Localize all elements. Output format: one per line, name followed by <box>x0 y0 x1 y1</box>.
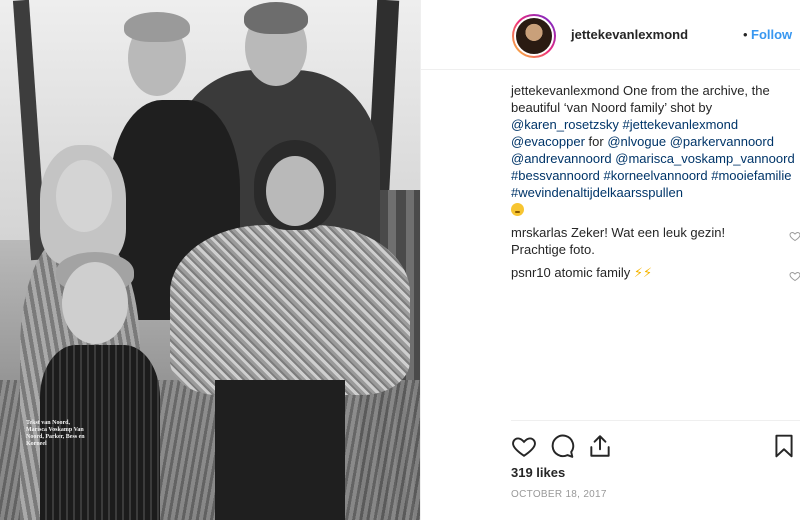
heart-icon[interactable] <box>511 433 537 459</box>
photo-person-mother-head <box>266 156 324 226</box>
caption-hashtag[interactable]: #jettekevanlexmond <box>622 117 738 132</box>
instagram-post: Tekst van Noord, Marisca Voskamp Van Noo… <box>0 0 800 520</box>
comment-username[interactable]: psnr10 <box>511 265 551 280</box>
post-photo[interactable]: Tekst van Noord, Marisca Voskamp Van Noo… <box>0 0 420 520</box>
caption-hashtag[interactable]: #wevindenaltijdelkaarsspullen <box>511 185 683 200</box>
caption-username[interactable]: jettekevanlexmond <box>511 83 619 98</box>
comment-username[interactable]: mrskarlas <box>511 225 567 240</box>
caption-hashtag[interactable]: #bessvannoord <box>511 168 600 183</box>
post-caption: jettekevanlexmond One from the archive, … <box>511 82 800 218</box>
post-actions: 319 likes OCTOBER 18, 2017 <box>511 420 800 520</box>
follow-button[interactable]: Follow <box>751 27 792 42</box>
photo-person-mother-trousers <box>215 380 345 520</box>
photo-magazine-caption: Tekst van Noord, Marisca Voskamp Van Noo… <box>26 420 85 447</box>
photo-person-boy-head <box>62 262 128 344</box>
action-icons <box>511 433 800 461</box>
caption-mention[interactable]: @evacopper <box>511 134 585 149</box>
comment-like-heart-icon[interactable] <box>789 230 800 242</box>
caption-mention[interactable]: @parkervannoord <box>670 134 774 149</box>
header-username[interactable]: jettekevanlexmond <box>571 27 688 42</box>
caption-hashtag[interactable]: #korneelvannoord <box>604 168 708 183</box>
worried-face-emoji <box>511 203 524 216</box>
post-date: OCTOBER 18, 2017 <box>511 489 607 500</box>
comment-icon[interactable] <box>549 433 575 459</box>
likes-count[interactable]: 319 likes <box>511 465 565 480</box>
photo-person-mother-sweater <box>170 225 410 395</box>
comment-text: atomic family <box>554 265 631 280</box>
caption-mention[interactable]: @andrevannoord <box>511 151 612 166</box>
caption-mention[interactable]: @karen_rosetzsky <box>511 117 619 132</box>
lightning-emoji: ⚡⚡ <box>633 265 653 280</box>
photo-person-son-hair <box>124 12 190 42</box>
comment-item: psnr10 atomic family ⚡⚡ <box>511 264 800 282</box>
comment-item: mrskarlas Zeker! Wat een leuk gezin! Pra… <box>511 224 800 258</box>
share-icon[interactable] <box>587 433 613 459</box>
comment-like-heart-icon[interactable] <box>789 270 800 282</box>
avatar-ring[interactable] <box>512 14 556 58</box>
caption-hashtag[interactable]: #mooiefamilie <box>711 168 791 183</box>
photo-person-daughter-head <box>56 160 112 232</box>
photo-person-father-hair <box>244 2 308 34</box>
header-separator: • <box>743 27 748 42</box>
avatar[interactable] <box>514 16 554 56</box>
bookmark-icon[interactable] <box>771 433 797 459</box>
comments-list: jettekevanlexmond One from the archive, … <box>511 82 800 282</box>
caption-mention[interactable]: @nlvogue <box>607 134 666 149</box>
post-sidebar: jettekevanlexmond • Follow jettekevanlex… <box>420 0 800 520</box>
caption-text: for <box>588 134 604 149</box>
caption-mention[interactable]: @marisca_voskamp_vannoord <box>615 151 794 166</box>
